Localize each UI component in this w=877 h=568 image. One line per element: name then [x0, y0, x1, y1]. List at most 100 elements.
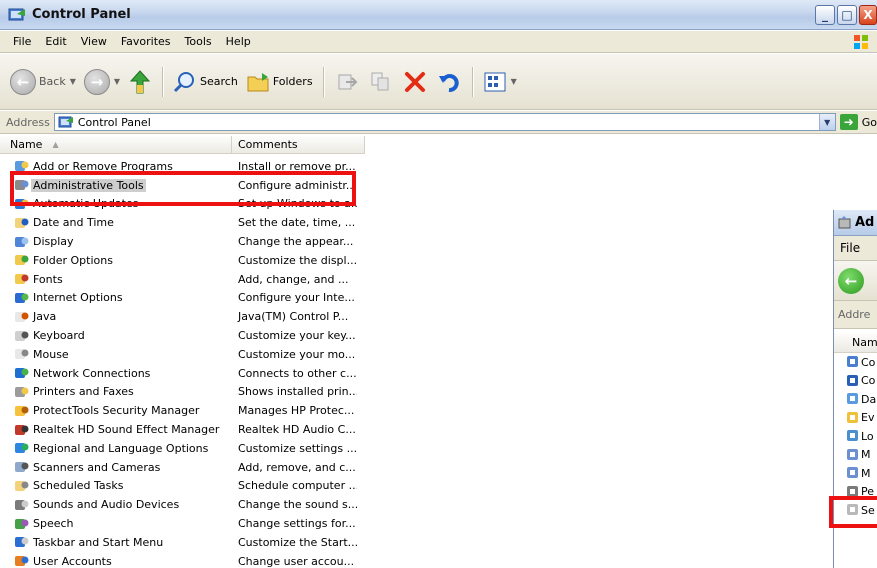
admin-list-item[interactable]: Lo: [834, 427, 877, 446]
item-name-cell: Administrative Tools: [0, 178, 232, 193]
list-item[interactable]: Printers and Faxes Shows installed prin..…: [0, 383, 380, 402]
admin-toolbar: ←: [834, 261, 877, 301]
up-arrow-icon: [129, 69, 151, 93]
search-button[interactable]: Search: [169, 65, 242, 99]
list-item[interactable]: Sounds and Audio Devices Change the sound…: [0, 495, 380, 514]
list-item[interactable]: Regional and Language Options Customize s…: [0, 439, 380, 458]
list-item[interactable]: ProtectTools Security Manager Manages HP …: [0, 401, 380, 420]
go-button[interactable]: ➜ Go: [839, 114, 877, 130]
control-panel-icon: [58, 116, 73, 128]
admin-list-item[interactable]: M: [834, 464, 877, 483]
item-name-label: ProtectTools Security Manager: [33, 404, 200, 418]
window-title: Control Panel: [32, 7, 131, 22]
views-button[interactable]: ▼: [479, 65, 521, 99]
admin-item-icon: [846, 429, 860, 443]
column-header-comments[interactable]: Comments: [232, 135, 365, 154]
list-item[interactable]: Fonts Add, change, and ...: [0, 270, 380, 289]
item-name-cell: Fonts: [0, 272, 232, 287]
control-panel-item-icon: [13, 347, 29, 362]
list-item[interactable]: Administrative Tools Configure administr.…: [0, 176, 380, 195]
control-panel-item-icon: [13, 253, 29, 268]
item-comment-cell: Add, change, and ...: [238, 272, 349, 286]
item-comment-cell: Connects to other c...: [238, 366, 357, 380]
item-comment-cell: Customize your key...: [238, 329, 356, 343]
delete-button[interactable]: [402, 69, 428, 95]
item-name-cell: User Accounts: [0, 554, 232, 568]
item-comment-cell: Customize the displ...: [238, 253, 357, 267]
address-value: Control Panel: [77, 115, 151, 129]
up-folder-button[interactable]: [124, 65, 156, 99]
list-item[interactable]: Scanners and Cameras Add, remove, and c..…: [0, 458, 380, 477]
windows-logo-icon: [854, 35, 868, 49]
toolbar-separator: [471, 66, 473, 97]
list-item[interactable]: Date and Time Set the date, time, ...: [0, 213, 380, 232]
delete-x-icon: [404, 71, 425, 92]
list-item[interactable]: Taskbar and Start Menu Customize the Star…: [0, 533, 380, 552]
admin-item-icon: [846, 466, 860, 480]
list-item[interactable]: Scheduled Tasks Schedule computer ...: [0, 477, 380, 496]
copy-to-button[interactable]: [368, 69, 394, 95]
list-item[interactable]: Automatic Updates Set up Windows to a...: [0, 195, 380, 214]
list-item[interactable]: Display Change the appear...: [0, 232, 380, 251]
admin-item-label: Ev: [861, 411, 875, 425]
control-panel-item-icon: [13, 272, 29, 287]
admin-list-item[interactable]: Co: [834, 353, 877, 372]
list-item[interactable]: User Accounts Change user accou...: [0, 552, 380, 568]
go-arrow-icon: ➜: [839, 114, 858, 130]
menu-tools[interactable]: Tools: [178, 35, 219, 48]
list-item[interactable]: Realtek HD Sound Effect Manager Realtek H…: [0, 420, 380, 439]
item-name-cell: Folder Options: [0, 253, 232, 268]
admin-item-icon: [846, 392, 860, 406]
control-panel-icon: [8, 8, 25, 20]
minimize-button[interactable]: _: [815, 5, 835, 25]
chevron-down-icon: ▼: [69, 77, 76, 86]
admin-column-header-name[interactable]: Nam: [834, 333, 877, 353]
folders-button[interactable]: Folders: [242, 65, 317, 99]
close-button[interactable]: X: [859, 5, 877, 25]
item-name-cell: Mouse: [0, 347, 232, 362]
list-item[interactable]: Mouse Customize your mo...: [0, 345, 380, 364]
menu-edit[interactable]: Edit: [38, 35, 73, 48]
admin-list-item[interactable]: Da: [834, 390, 877, 409]
list-item[interactable]: Internet Options Configure your Inte...: [0, 289, 380, 308]
administrative-tools-window: Ad File ← Addre Nam Co Co Da Ev Lo M M Pe Se: [833, 210, 877, 568]
admin-list-item[interactable]: M: [834, 446, 877, 465]
item-name-label: Printers and Faxes: [33, 385, 134, 399]
list-item[interactable]: Add or Remove Programs Install or remove …: [0, 157, 380, 176]
control-panel-item-icon: [13, 290, 29, 305]
list-item[interactable]: Speech Change settings for...: [0, 514, 380, 533]
menu-help[interactable]: Help: [219, 35, 258, 48]
list-item[interactable]: Java Java(TM) Control P...: [0, 307, 380, 326]
admin-list-item[interactable]: Ev: [834, 409, 877, 428]
admin-back-button[interactable]: ←: [838, 267, 864, 294]
back-button[interactable]: ← Back ▼: [6, 65, 80, 99]
list-item[interactable]: Network Connections Connects to other c..…: [0, 364, 380, 383]
address-dropdown-button[interactable]: ▼: [818, 114, 835, 130]
menu-view[interactable]: View: [74, 35, 114, 48]
column-header-name[interactable]: Name ▲: [0, 135, 232, 154]
menu-favorites[interactable]: Favorites: [114, 35, 178, 48]
go-label: Go: [861, 115, 877, 129]
menu-file[interactable]: File: [6, 35, 38, 48]
maximize-button[interactable]: □: [837, 5, 857, 25]
sort-ascending-icon: ▲: [52, 140, 59, 149]
forward-button[interactable]: → ▼: [80, 65, 124, 99]
admin-item-label: Co: [861, 355, 876, 369]
admin-list-item[interactable]: Se: [834, 501, 877, 520]
admin-list-item[interactable]: Pe: [834, 483, 877, 502]
undo-button[interactable]: [436, 69, 462, 95]
admin-list-item[interactable]: Co: [834, 372, 877, 391]
move-to-button[interactable]: [334, 69, 360, 95]
item-comment-cell: Customize settings ...: [238, 441, 357, 455]
list-item[interactable]: Folder Options Customize the displ...: [0, 251, 380, 270]
admin-menu-file[interactable]: File: [840, 241, 860, 255]
address-input[interactable]: Control Panel ▼: [53, 113, 836, 131]
item-name-cell: Speech: [0, 516, 232, 531]
item-name-label: Automatic Updates: [33, 197, 139, 211]
control-panel-item-icon: [13, 497, 29, 512]
control-panel-item-icon: [13, 366, 29, 381]
search-icon: [173, 71, 195, 92]
list-item[interactable]: Keyboard Customize your key...: [0, 326, 380, 345]
toolbar-separator: [162, 66, 164, 97]
forward-arrow-icon: →: [83, 68, 110, 95]
